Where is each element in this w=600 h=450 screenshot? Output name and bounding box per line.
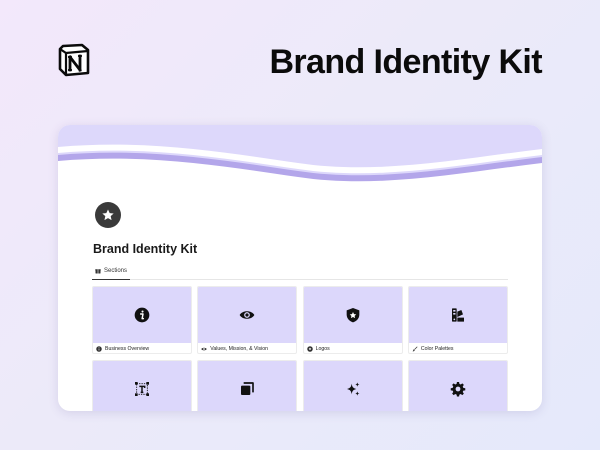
page-cover-banner <box>58 125 542 195</box>
layers-icon <box>241 382 255 395</box>
color-swatch-icon <box>451 308 464 322</box>
tile-label: Color Palettes <box>409 343 507 353</box>
gallery-card-8[interactable] <box>407 360 508 411</box>
tab-label: Sections <box>104 267 128 274</box>
shield-star-icon <box>346 308 359 323</box>
brush-icon <box>412 346 418 352</box>
tile-cover <box>198 361 297 411</box>
tab-sections[interactable]: Sections <box>92 262 131 280</box>
tile-cover <box>408 361 507 411</box>
text-box-icon <box>135 382 149 396</box>
hero-title: Brand Identity Kit <box>269 43 542 81</box>
notion-page-card: Brand Identity Kit Sections Business Ove… <box>58 125 542 411</box>
gallery-card-values-mission-vision[interactable]: Values, Mission, & Vision <box>197 286 298 354</box>
gear-icon <box>450 382 466 397</box>
eye-icon <box>201 347 208 351</box>
tile-cover <box>303 287 402 343</box>
badge-icon <box>306 346 313 352</box>
info-icon <box>96 346 102 352</box>
tile-label: Logos <box>304 343 402 353</box>
tile-cover <box>303 361 402 411</box>
sparkles-icon <box>346 382 360 396</box>
view-tabbar: Sections <box>92 262 508 280</box>
tile-label: Business Overview <box>93 343 191 353</box>
tile-cover <box>408 287 507 343</box>
star-icon[interactable] <box>95 202 121 228</box>
tile-cover <box>198 287 297 343</box>
gallery-card-business-overview[interactable]: Business Overview <box>92 286 192 354</box>
gallery-view: Business Overview Values, Mission, & Vis… <box>92 286 508 411</box>
gallery-card-color-palettes[interactable]: Color Palettes <box>407 286 508 354</box>
gallery-card-5[interactable] <box>92 360 192 411</box>
info-icon <box>134 307 150 323</box>
gallery-card-6[interactable] <box>197 360 298 411</box>
page-title: Brand Identity Kit <box>93 242 198 256</box>
tile-cover <box>93 361 191 411</box>
eye-icon <box>239 311 255 319</box>
tile-cover <box>93 287 191 343</box>
tile-label: Values, Mission, & Vision <box>198 343 296 353</box>
gallery-card-7[interactable] <box>302 360 403 411</box>
gift-icon <box>95 268 101 273</box>
notion-logo-icon <box>58 43 90 77</box>
gallery-card-logos[interactable]: Logos <box>302 286 403 354</box>
